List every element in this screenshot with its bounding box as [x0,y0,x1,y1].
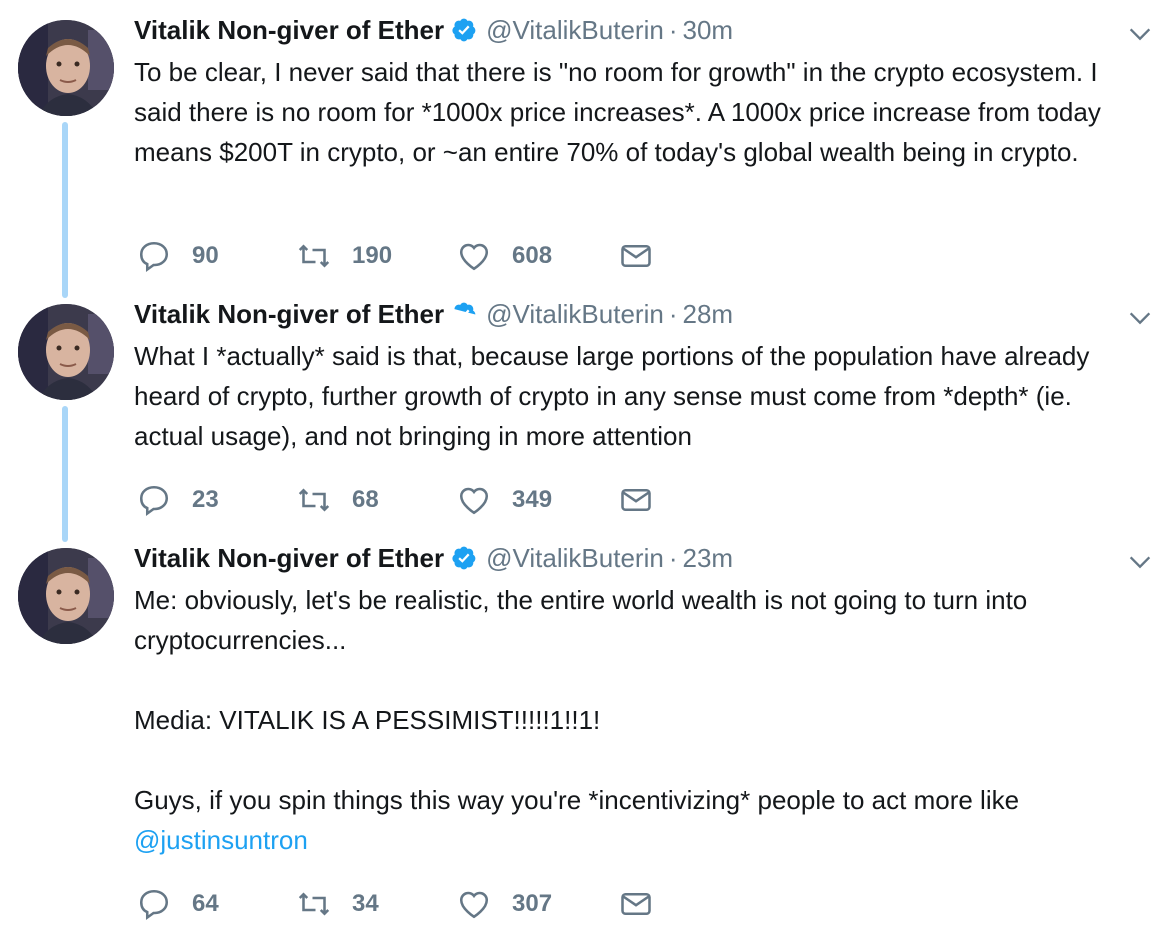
separator-dot: · [668,299,678,329]
like-count: 608 [512,242,553,269]
reply-button[interactable]: 64 [136,884,219,924]
tweet-header: Vitalik Non-giver of Ether @VitalikButer… [134,296,1144,332]
tweet-actions: 23 68 349 [134,480,734,520]
user-handle[interactable]: @VitalikButerin [486,12,664,48]
retweet-button[interactable]: 34 [296,884,379,924]
user-handle[interactable]: @VitalikButerin [486,296,664,332]
reply-icon [136,238,172,274]
tweet[interactable]: Vitalik Non-giver of Ether @VitalikButer… [0,296,1168,536]
reply-count: 90 [192,242,219,269]
separator-dot: · [668,15,678,45]
tweet-text: Me: obviously, let's be realistic, the e… [134,580,1124,860]
heart-icon [456,482,492,518]
tweet-actions: 64 34 307 [134,884,734,924]
display-name[interactable]: Vitalik Non-giver of Ether [134,12,444,48]
retweet-icon [296,482,332,518]
like-count: 349 [512,486,553,513]
tweet-text-span: Guys, if you spin things this way you're… [134,785,1027,815]
mention-link[interactable]: @justinsuntron [134,825,308,855]
chevron-down-icon[interactable] [1126,304,1154,332]
chevron-down-icon[interactable] [1126,548,1154,576]
like-button[interactable]: 349 [456,480,552,520]
reply-count: 64 [192,890,219,917]
avatar[interactable] [18,20,114,116]
timestamp[interactable]: 28m [682,296,733,332]
tweet[interactable]: Vitalik Non-giver of Ether @VitalikButer… [0,12,1168,292]
direct-message-button[interactable] [618,480,654,520]
envelope-icon [618,238,654,274]
like-button[interactable]: 608 [456,236,552,276]
separator-dot: · [668,543,678,573]
direct-message-button[interactable] [618,884,654,924]
like-button[interactable]: 307 [456,884,552,924]
retweet-button[interactable]: 190 [296,236,392,276]
retweet-count: 34 [352,890,379,917]
timestamp[interactable]: 30m [682,12,733,48]
envelope-icon [618,482,654,518]
heart-icon [456,886,492,922]
tweet-actions: 90 190 608 [134,236,734,276]
avatar[interactable] [18,304,114,400]
retweet-count: 68 [352,486,379,513]
reply-button[interactable]: 90 [136,236,219,276]
tweet-header: Vitalik Non-giver of Ether @VitalikButer… [134,12,1144,48]
heart-icon [456,238,492,274]
verified-badge-icon [451,545,477,571]
retweet-icon [296,238,332,274]
retweet-button[interactable]: 68 [296,480,379,520]
reply-icon [136,886,172,922]
reply-count: 23 [192,486,219,513]
avatar[interactable] [18,548,114,644]
tweet-text-paragraph: Media: VITALIK IS A PESSIMIST!!!!!1!!1! [134,705,601,735]
display-name[interactable]: Vitalik Non-giver of Ether [134,540,444,576]
verified-badge-icon [451,17,477,43]
envelope-icon [618,886,654,922]
tweet-text-paragraph: Me: obviously, let's be realistic, the e… [134,585,1035,655]
like-count: 307 [512,890,553,917]
retweet-icon [296,886,332,922]
retweet-count: 190 [352,242,393,269]
verified-badge-icon [451,301,477,327]
tweet-header: Vitalik Non-giver of Ether @VitalikButer… [134,540,1144,576]
chevron-down-icon[interactable] [1126,20,1154,48]
timestamp[interactable]: 23m [682,540,733,576]
tweet-text: What I *actually* said is that, because … [134,341,1097,451]
reply-icon [136,482,172,518]
tweet-text: To be clear, I never said that there is … [134,57,1109,167]
tweet-text-paragraph: Guys, if you spin things this way you're… [134,780,1124,860]
reply-button[interactable]: 23 [136,480,219,520]
direct-message-button[interactable] [618,236,654,276]
user-handle[interactable]: @VitalikButerin [486,540,664,576]
tweet[interactable]: Vitalik Non-giver of Ether @VitalikButer… [0,540,1168,934]
display-name[interactable]: Vitalik Non-giver of Ether [134,296,444,332]
